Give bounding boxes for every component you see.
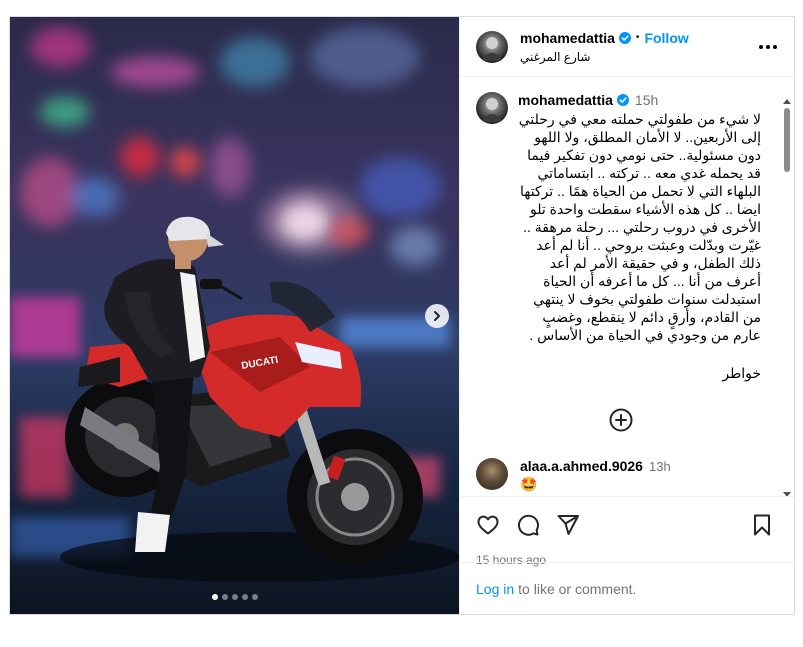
post-actions: 15 hours ago — [460, 496, 794, 567]
comment-bubble-icon — [517, 514, 539, 536]
chevron-right-icon — [434, 311, 440, 321]
author-username[interactable]: mohamedattia — [520, 30, 615, 46]
login-link[interactable]: Log in — [476, 581, 514, 597]
post-photo[interactable]: DUCATI — [10, 17, 459, 614]
verified-badge-icon — [616, 94, 629, 106]
scroll-thumb[interactable] — [784, 108, 790, 172]
post-location[interactable]: شارع المرغني — [520, 50, 689, 64]
commenter-username[interactable]: alaa.a.ahmed.9026 — [520, 458, 643, 474]
login-prompt: Log in to like or comment. — [460, 562, 794, 614]
more-horizontal-icon — [766, 45, 770, 49]
carousel-next-button[interactable] — [425, 304, 449, 328]
more-horizontal-icon — [773, 45, 777, 49]
share-button[interactable] — [556, 513, 580, 537]
comment-time[interactable]: 13h — [649, 459, 671, 474]
login-prompt-text: to like or comment. — [518, 580, 637, 597]
post-header: mohamedattia • Follow شارع المرغني — [460, 17, 794, 77]
caption-author-avatar[interactable] — [476, 92, 508, 124]
carousel-dot — [231, 594, 238, 600]
more-options-button[interactable] — [756, 39, 780, 55]
verified-badge-icon — [618, 31, 631, 44]
like-button[interactable] — [476, 513, 500, 537]
caption-time[interactable]: 15h — [635, 92, 658, 108]
motorcycle-rider-illustration: DUCATI — [60, 216, 459, 582]
carousel-dot — [251, 594, 258, 600]
comment-button[interactable] — [516, 513, 540, 537]
caption-row: mohamedattia 15h لا شيء من طفولتي حملته … — [476, 92, 778, 382]
header-separator: • — [635, 32, 640, 43]
comment-item: alaa.a.ahmed.9026 13h 🤩 — [476, 458, 671, 493]
comment-text: 🤩 — [520, 476, 538, 492]
carousel-dot — [241, 594, 248, 600]
carousel-dot — [221, 594, 228, 600]
bookmark-icon — [754, 514, 770, 536]
author-avatar[interactable] — [476, 30, 508, 63]
paper-plane-icon — [557, 515, 579, 535]
commenter-avatar[interactable] — [476, 458, 508, 490]
follow-button[interactable]: Follow — [644, 30, 688, 46]
carousel-dot — [211, 594, 218, 600]
more-horizontal-icon — [759, 45, 763, 49]
comments-scrollbar[interactable] — [782, 99, 792, 497]
caption-signature: خواطر — [722, 365, 761, 381]
scroll-up-arrow-icon[interactable] — [783, 99, 791, 104]
caption-username[interactable]: mohamedattia — [518, 92, 613, 108]
post-card: DUCATI mohamedattia • Follow شارع المرغن… — [9, 16, 795, 615]
save-button[interactable] — [750, 513, 774, 537]
post-side-panel: mohamedattia • Follow شارع المرغني moham… — [459, 17, 794, 614]
load-more-comments-button[interactable] — [609, 408, 633, 437]
heart-icon — [477, 515, 499, 535]
plus-circle-icon — [609, 408, 633, 432]
profile-photo-icon — [481, 36, 503, 61]
carousel-indicator — [10, 594, 459, 600]
caption-text: لا شيء من طفولتي حملته معي في رحلتي إلى … — [518, 111, 761, 343]
profile-photo-icon — [481, 98, 503, 122]
